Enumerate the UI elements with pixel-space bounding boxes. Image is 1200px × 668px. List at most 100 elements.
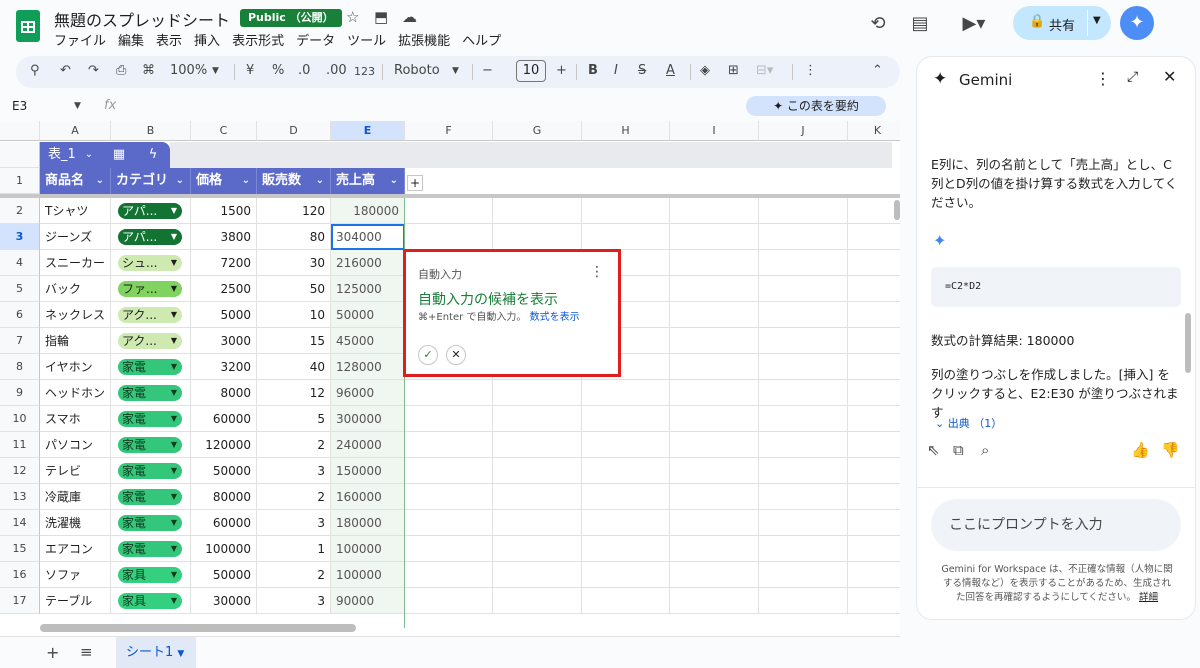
empty-cell[interactable] xyxy=(670,588,759,614)
history-icon[interactable]: ⟲ xyxy=(866,12,890,36)
font-caret-icon[interactable]: ▼ xyxy=(452,66,459,76)
cell-product-name[interactable]: エアコン xyxy=(40,536,111,562)
accept-check-icon[interactable]: ✓ xyxy=(418,345,438,365)
popup-title[interactable]: 自動入力の候補を表示 xyxy=(418,289,558,309)
empty-cell[interactable] xyxy=(759,406,848,432)
panel-scrollbar[interactable] xyxy=(1185,313,1191,373)
empty-cell[interactable] xyxy=(493,510,582,536)
menu-help[interactable]: ヘルプ xyxy=(462,30,501,49)
cell-sales[interactable]: 304000 xyxy=(331,224,405,250)
undo-icon[interactable]: ↶ xyxy=(60,63,71,78)
table-column-header[interactable]: 商品名 ⌄ xyxy=(40,168,111,194)
cell-category[interactable]: 家電 ▼ xyxy=(111,432,191,458)
empty-cell[interactable] xyxy=(759,250,848,276)
cell-quantity[interactable]: 80 xyxy=(257,224,331,250)
menu-data[interactable]: データ xyxy=(296,30,335,49)
empty-cell[interactable] xyxy=(670,432,759,458)
chip-dropdown-icon[interactable]: ▼ xyxy=(171,437,177,453)
chip-dropdown-icon[interactable]: ▼ xyxy=(171,255,177,271)
cell-sales[interactable]: 180000 xyxy=(331,198,405,224)
empty-cell[interactable] xyxy=(670,276,759,302)
empty-cell[interactable] xyxy=(759,198,848,224)
chip-dropdown-icon[interactable]: ▼ xyxy=(171,333,177,349)
empty-cell[interactable] xyxy=(670,562,759,588)
percent-format[interactable]: % xyxy=(272,63,284,78)
thumbs-down-icon[interactable]: 👎 xyxy=(1161,441,1180,459)
empty-cell[interactable] xyxy=(848,328,900,354)
cell-quantity[interactable]: 120 xyxy=(257,198,331,224)
cell-category[interactable]: シュ... ▼ xyxy=(111,250,191,276)
empty-cell[interactable] xyxy=(848,536,900,562)
empty-cell[interactable] xyxy=(582,510,670,536)
empty-cell[interactable] xyxy=(582,484,670,510)
cell-price[interactable]: 7200 xyxy=(191,250,257,276)
share-button[interactable]: 🔒 共有 ▼ xyxy=(1013,6,1111,40)
cell-category[interactable]: 家電 ▼ xyxy=(111,458,191,484)
empty-cell[interactable] xyxy=(493,224,582,250)
category-chip[interactable]: アク... ▼ xyxy=(118,307,182,323)
cell-sales[interactable]: 90000 xyxy=(331,588,405,614)
gemini-sparkle-button[interactable]: ✦ xyxy=(1120,6,1154,40)
cell-quantity[interactable]: 3 xyxy=(257,458,331,484)
empty-cell[interactable] xyxy=(848,380,900,406)
category-chip[interactable]: アパ... ▼ xyxy=(118,203,182,219)
chip-dropdown-icon[interactable]: ▼ xyxy=(171,359,177,375)
column-menu-icon[interactable]: ⌄ xyxy=(390,168,398,194)
row-header[interactable]: 3 xyxy=(0,224,40,250)
menu-format[interactable]: 表示形式 xyxy=(232,30,284,49)
menu-file[interactable]: ファイル xyxy=(54,30,106,49)
cell-sales[interactable]: 100000 xyxy=(331,536,405,562)
chip-dropdown-icon[interactable]: ▼ xyxy=(171,281,177,297)
cell-category[interactable]: 家具 ▼ xyxy=(111,588,191,614)
empty-cell[interactable] xyxy=(759,302,848,328)
cell-category[interactable]: 家電 ▼ xyxy=(111,354,191,380)
cell-sales[interactable]: 50000 xyxy=(331,302,405,328)
empty-cell[interactable] xyxy=(848,510,900,536)
row-header[interactable]: 7 xyxy=(0,328,40,354)
column-header-h[interactable]: H xyxy=(582,121,670,141)
empty-cell[interactable] xyxy=(582,562,670,588)
cell-sales[interactable]: 125000 xyxy=(331,276,405,302)
cell-product-name[interactable]: ジーンズ xyxy=(40,224,111,250)
cell-category[interactable]: 家電 ▼ xyxy=(111,484,191,510)
zoom-select[interactable]: 100% xyxy=(170,63,207,78)
text-color-icon[interactable]: A xyxy=(666,63,675,78)
share-dropdown-icon[interactable]: ▼ xyxy=(1093,15,1101,26)
sheet-tab-caret-icon[interactable]: ▼ xyxy=(177,649,184,659)
cell-quantity[interactable]: 50 xyxy=(257,276,331,302)
more-options-icon[interactable]: ⋮ xyxy=(804,63,817,78)
empty-cell[interactable] xyxy=(670,406,759,432)
menu-tools[interactable]: ツール xyxy=(347,30,386,49)
dismiss-close-icon[interactable]: ✕ xyxy=(446,345,466,365)
cell-product-name[interactable]: パソコン xyxy=(40,432,111,458)
cell-price[interactable]: 2500 xyxy=(191,276,257,302)
empty-cell[interactable] xyxy=(848,484,900,510)
panel-more-icon[interactable]: ⋮ xyxy=(1095,69,1111,88)
name-box-caret-icon[interactable]: ▼ xyxy=(74,101,81,111)
cell-price[interactable]: 3000 xyxy=(191,328,257,354)
cell-quantity[interactable]: 30 xyxy=(257,250,331,276)
empty-cell[interactable] xyxy=(493,198,582,224)
menu-extensions[interactable]: 拡張機能 xyxy=(398,30,450,49)
vertical-scrollbar[interactable] xyxy=(894,200,900,220)
add-sheet-icon[interactable]: + xyxy=(46,643,59,662)
empty-cell[interactable] xyxy=(759,484,848,510)
empty-cell[interactable] xyxy=(493,562,582,588)
empty-cell[interactable] xyxy=(493,484,582,510)
row-header[interactable]: 2 xyxy=(0,198,40,224)
cell-product-name[interactable]: イヤホン xyxy=(40,354,111,380)
column-header-i[interactable]: I xyxy=(670,121,759,141)
empty-cell[interactable] xyxy=(582,198,670,224)
prompt-input[interactable]: ここにプロンプトを入力 xyxy=(931,499,1181,551)
cell-sales[interactable]: 128000 xyxy=(331,354,405,380)
empty-cell[interactable] xyxy=(848,458,900,484)
select-all-corner[interactable] xyxy=(0,121,40,141)
column-header-a[interactable]: A xyxy=(40,121,111,141)
cell-quantity[interactable]: 2 xyxy=(257,562,331,588)
chip-dropdown-icon[interactable]: ▼ xyxy=(171,463,177,479)
close-panel-icon[interactable]: ✕ xyxy=(1163,67,1176,86)
cell-price[interactable]: 60000 xyxy=(191,406,257,432)
sheet-grid[interactable]: A B C D E F G H I J K 1 表_1 ⌄ ▦ ϟ 商品名 ⌄ カテゴリ ⌄ 価格 ⌄ 販売数 ⌄ 売上高 ⌄ +2… xyxy=(0,121,900,636)
column-header-d[interactable]: D xyxy=(257,121,331,141)
column-menu-icon[interactable]: ⌄ xyxy=(96,168,104,194)
